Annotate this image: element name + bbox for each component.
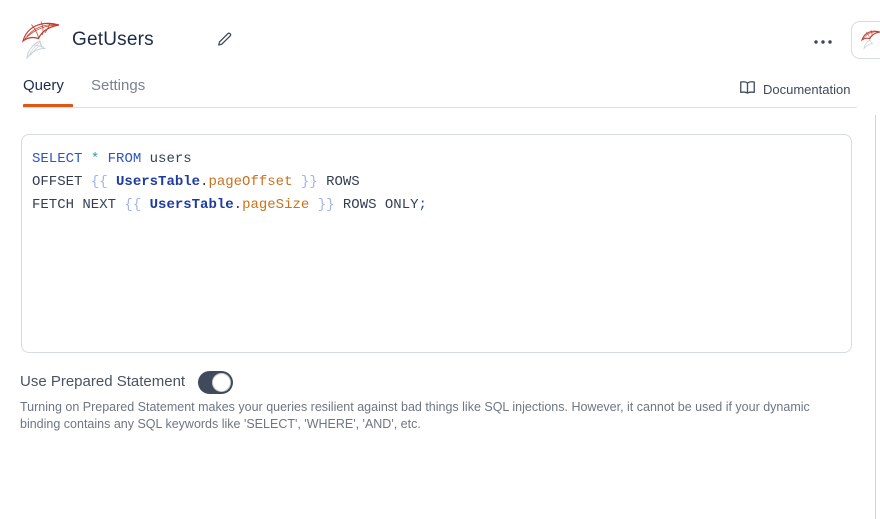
tab-bar-divider <box>23 107 857 108</box>
sql-server-logo-icon <box>17 13 65 65</box>
right-panel-divider <box>875 115 876 519</box>
code-line: FETCH NEXT {{ UsersTable.pageSize }} ROW… <box>32 194 841 217</box>
tab-bar: Query Settings <box>0 70 857 108</box>
tab-settings[interactable]: Settings <box>91 77 145 94</box>
prepared-statement-label: Use Prepared Statement <box>20 373 185 390</box>
book-icon <box>739 80 756 98</box>
query-editor[interactable]: SELECT * FROM usersOFFSET {{ UsersTable.… <box>21 134 852 353</box>
edit-name-button[interactable] <box>211 29 237 53</box>
sql-server-logo-icon <box>859 26 880 55</box>
documentation-label: Documentation <box>763 82 850 97</box>
toggle-knob <box>212 373 231 392</box>
page-title: GetUsers <box>72 29 154 51</box>
documentation-link[interactable]: Documentation <box>739 80 850 98</box>
tab-query[interactable]: Query <box>23 77 64 94</box>
ellipsis-icon <box>813 33 833 48</box>
prepared-statement-toggle[interactable] <box>198 371 233 394</box>
pencil-icon <box>216 31 233 51</box>
code-line: OFFSET {{ UsersTable.pageOffset }} ROWS <box>32 171 841 194</box>
code-content: SELECT * FROM usersOFFSET {{ UsersTable.… <box>32 148 841 217</box>
prepared-statement-help-text: Turning on Prepared Statement makes your… <box>20 399 826 432</box>
more-options-button[interactable] <box>805 28 841 52</box>
code-line: SELECT * FROM users <box>32 148 841 171</box>
datasource-button[interactable] <box>851 21 880 59</box>
